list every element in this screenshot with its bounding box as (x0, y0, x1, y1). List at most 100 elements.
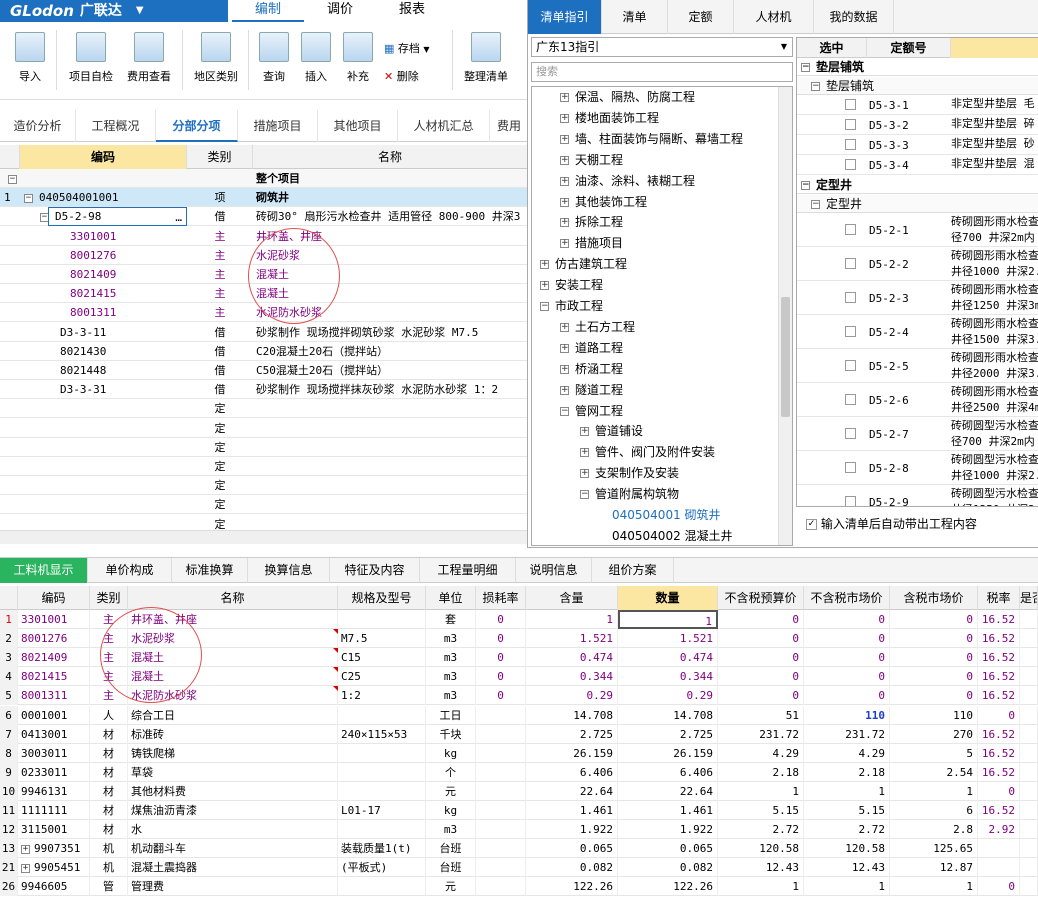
cell-flag[interactable] (1020, 877, 1038, 897)
tab-overview[interactable]: 工程概况 (76, 110, 156, 142)
cell-flag[interactable] (1020, 801, 1038, 820)
auto-content-checkbox[interactable]: ✓ 输入清单后自动带出工程内容 (806, 514, 977, 534)
tab-labor-material[interactable]: 人材机汇总 (398, 110, 490, 142)
cell-name[interactable] (256, 515, 528, 530)
cell-code[interactable]: −040504001001 (24, 188, 187, 207)
table-row[interactable]: 13 +9907351 机机动翻斗车 装载质量1(t) 台班 0.065 0.065 120.… (0, 839, 1038, 859)
header-market-price[interactable]: 不含税市场价 (804, 586, 890, 610)
quota-row[interactable]: D5-3-4 非定型井垫层 混 (797, 156, 1038, 175)
table-row[interactable]: 定 (0, 457, 528, 476)
table-row[interactable]: 8021430 借 C20混凝土20石（搅拌站） (0, 342, 528, 361)
cell-p2[interactable]: 0 (804, 667, 890, 687)
cell-p2[interactable]: 120.58 (804, 839, 890, 859)
cell-amt[interactable]: 0.065 (618, 839, 718, 859)
tab-unit-price[interactable]: 单价构成 (88, 558, 172, 583)
checkbox[interactable]: ✓ (806, 519, 817, 530)
checkbox[interactable] (845, 99, 856, 110)
expand-icon[interactable]: + (560, 218, 569, 228)
header-loss[interactable]: 损耗率 (476, 586, 526, 610)
cell-amt[interactable]: 6.406 (618, 762, 718, 782)
cell-code[interactable] (44, 457, 187, 476)
row-checkbox[interactable] (845, 159, 856, 173)
header-tax-rate[interactable]: 税率 (978, 586, 1020, 610)
quota-group[interactable]: − 定型井 (797, 176, 1038, 194)
tree-item[interactable]: + 支架制作及安装 (580, 463, 679, 484)
table-row[interactable]: 8 3003011 材铸铁爬梯 kg 26.159 26.159 4.29 4.29 5 16.5… (0, 743, 1038, 763)
cell-flag[interactable] (1020, 839, 1038, 859)
header-rownum[interactable] (0, 586, 18, 610)
cell-amt[interactable]: 1.521 (618, 629, 718, 649)
header-content[interactable]: 含量 (526, 586, 618, 610)
tab-pricing-plan[interactable]: 组价方案 (592, 558, 674, 583)
collapse-icon[interactable]: − (801, 63, 810, 72)
insert-button[interactable]: 插入 (298, 32, 334, 84)
fee-view-button[interactable]: 费用查看 (122, 32, 176, 84)
cell-name[interactable] (256, 457, 528, 476)
cell-code[interactable] (44, 476, 187, 495)
cell-amt[interactable]: 0.29 (618, 686, 718, 706)
collapse-icon[interactable]: − (24, 193, 33, 203)
collapse-icon[interactable]: − (560, 406, 569, 416)
cell-amt[interactable]: 26.159 (618, 743, 718, 763)
cell-name[interactable]: 砂浆制作 现场搅拌砌筑砂浆 水泥砂浆 M7.5 (256, 323, 528, 342)
archive-button[interactable]: ▦ 存档 ▼ (384, 40, 444, 56)
tree-item[interactable]: + 桥涵工程 (560, 359, 623, 380)
row-checkbox[interactable] (845, 119, 856, 133)
quota-row[interactable]: D5-3-1 非定型井垫层 毛 (797, 96, 1038, 115)
expand-icon[interactable]: + (560, 322, 569, 332)
checkbox[interactable] (845, 139, 856, 150)
cell-p2[interactable]: 1 (804, 781, 890, 801)
cell-p2[interactable]: 0 (804, 629, 890, 649)
quota-row[interactable]: D5-2-8 砖砌圆型污水检查 井径1000 井深2. (797, 452, 1038, 485)
table-row[interactable]: 定 (0, 495, 528, 515)
expand-icon[interactable]: + (21, 863, 30, 873)
cell-p2[interactable]: 12.43 (804, 858, 890, 878)
checkbox[interactable] (845, 326, 856, 337)
table-row[interactable]: 定 (0, 419, 528, 438)
checkbox[interactable] (845, 119, 856, 130)
row-checkbox[interactable] (845, 224, 856, 238)
cell-name[interactable] (256, 399, 528, 418)
tab-list-guide[interactable]: 清单指引 (528, 0, 602, 34)
tree-item[interactable]: + 油漆、涂料、裱糊工程 (560, 171, 695, 192)
cell-amt[interactable]: 1 (618, 610, 718, 629)
quota-row[interactable]: D5-2-9 砖砌圆型污水检查井径1250 井深3m (797, 486, 1038, 506)
cell-code[interactable]: 8021409 (70, 265, 187, 284)
tree-item[interactable]: + 土石方工程 (560, 317, 635, 338)
tab-list[interactable]: 清单 (602, 0, 668, 34)
cell-name[interactable] (256, 476, 528, 495)
collapse-icon[interactable]: − (8, 174, 17, 184)
header-quantity[interactable]: 数量 (618, 586, 718, 610)
tab-lcm-display[interactable]: 工料机显示 (0, 558, 88, 583)
checkbox[interactable] (845, 394, 856, 405)
cell-code[interactable]: 8021415 (70, 284, 187, 303)
cell-name[interactable]: 整个项目 (256, 169, 528, 188)
checkbox[interactable] (845, 224, 856, 235)
table-row[interactable]: 1 −040504001001 项 砌筑井 (0, 188, 528, 208)
tab-measures[interactable]: 措施项目 (238, 110, 318, 142)
quota-row[interactable]: D5-2-6 砖砌圆形雨水检查 井径2500 井深4m (797, 384, 1038, 417)
row-checkbox[interactable] (845, 394, 856, 408)
cell-p2[interactable]: 2.72 (804, 820, 890, 840)
expand-icon[interactable]: + (560, 364, 569, 374)
cell-code[interactable] (44, 515, 187, 530)
organize-list-button[interactable]: 整理清单 (458, 32, 514, 84)
self-check-button[interactable]: 项目自检 (64, 32, 118, 84)
cell-code[interactable]: − (8, 169, 187, 188)
expand-icon[interactable]: + (580, 427, 589, 437)
cell-flag[interactable] (1020, 686, 1038, 706)
cell-amt[interactable]: 2.725 (618, 724, 718, 744)
row-checkbox[interactable] (845, 292, 856, 306)
cell-code[interactable] (44, 495, 187, 514)
query-button[interactable]: 查询 (256, 32, 292, 84)
cell-name[interactable]: C50混凝土20石（搅拌站） (256, 361, 528, 380)
row-checkbox[interactable] (845, 462, 856, 476)
table-row[interactable]: 定 (0, 399, 528, 419)
cell-flag[interactable] (1020, 705, 1038, 725)
row-checkbox[interactable] (845, 139, 856, 153)
scroll-thumb[interactable] (781, 297, 790, 417)
header-spec[interactable]: 规格及型号 (338, 586, 426, 610)
tab-cost-analysis[interactable]: 造价分析 (0, 110, 76, 142)
cell-p2[interactable]: 2.18 (804, 762, 890, 782)
table-row[interactable]: 12 3115001 材水 m3 1.922 1.922 2.72 2.72 2.8 2.92 (0, 820, 1038, 840)
